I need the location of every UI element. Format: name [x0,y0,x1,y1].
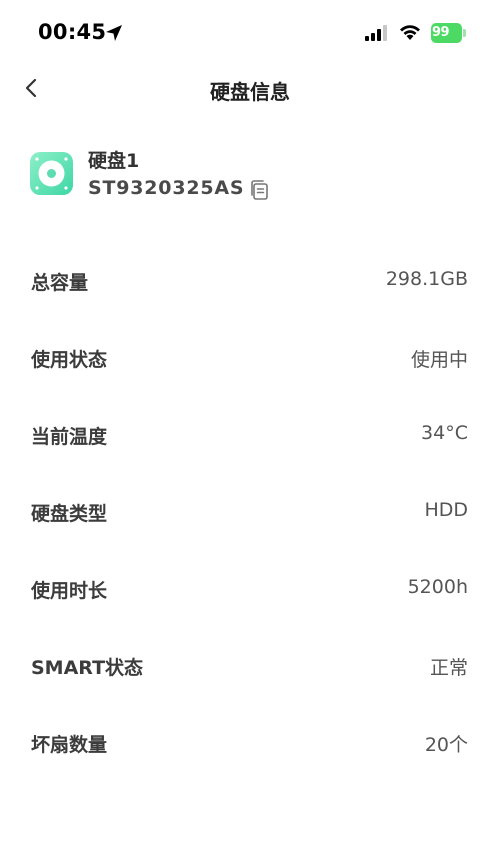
info-label: SMART状态 [31,657,144,679]
disk-model: ST9320325AS [88,177,245,199]
page-title: 硬盘信息 [210,80,290,104]
info-row-smart-status: SMART状态 正常 [0,627,500,704]
battery-cap [463,29,466,37]
info-row-usage-hours: 使用时长 5200h [0,550,500,627]
copy-icon[interactable] [249,179,269,201]
info-label: 使用状态 [31,349,108,371]
disk-header: 硬盘1 ST9320325AS [0,140,500,210]
info-label: 当前温度 [31,426,108,448]
battery-body: 99 [431,23,462,43]
info-row-capacity: 总容量 298.1GB [0,242,500,319]
info-value: 使用中 [410,349,468,371]
info-value: 20个 [424,734,468,756]
info-value: HDD [424,499,468,521]
status-time: 00:45 [38,20,107,44]
disk-name: 硬盘1 [88,150,140,172]
disk-platter-icon [35,157,68,190]
info-label: 总容量 [31,272,89,294]
nav-bar: 硬盘信息 [0,66,500,112]
info-label: 坏扇数量 [31,734,108,756]
info-row-status: 使用状态 使用中 [0,319,500,396]
info-value: 5200h [407,576,468,598]
info-label: 硬盘类型 [31,503,108,525]
info-value: 正常 [429,657,468,679]
info-row-bad-sectors: 坏扇数量 20个 [0,704,500,781]
cellular-signal-icon [365,25,387,41]
location-arrow-icon [106,25,122,41]
battery-indicator: 99 [431,23,466,43]
info-row-temperature: 当前温度 34°C [0,396,500,473]
info-value: 298.1GB [385,268,468,290]
hard-disk-icon [30,152,73,195]
battery-level: 99 [432,25,450,40]
info-row-disk-type: 硬盘类型 HDD [0,473,500,550]
status-bar: 00:45 99 [0,0,500,66]
info-label: 使用时长 [31,580,108,602]
wifi-icon [400,25,420,40]
info-value: 34°C [421,422,468,444]
disk-info-list: 总容量 298.1GB 使用状态 使用中 当前温度 34°C 硬盘类型 HDD … [0,242,500,781]
